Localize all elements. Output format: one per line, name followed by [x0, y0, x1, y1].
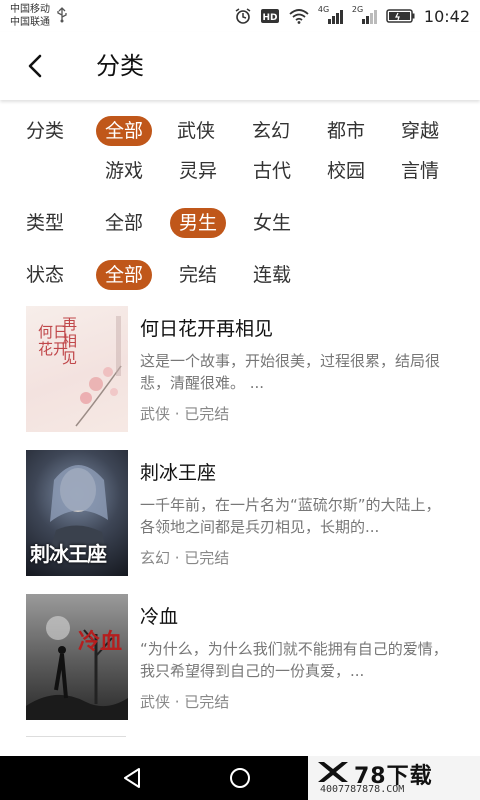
status-icons: HD 4G 2G 10:42 — [234, 5, 470, 26]
type-chip-all[interactable]: 全部 — [96, 208, 152, 238]
category-filter: 分类 全部 武侠 玄幻 都市 穿越 游戏 灵异 古代 校园 言情 — [0, 116, 480, 196]
alarm-icon — [235, 8, 251, 24]
book-description: 一千年前，在一片名为“蓝硫尔斯”的大陆上，各领地之间都是兵刃相见，长期的... — [140, 496, 441, 536]
chevron-left-icon — [28, 54, 42, 78]
type-label: 类型 — [26, 212, 65, 234]
carrier-2: 中国联通 — [10, 17, 50, 28]
book-item[interactable]: 再相见 何日花开 何日花开再相见 这是一个故事，开始很美，过程很累，结局很悲，清… — [0, 304, 480, 444]
category-chip-yanqing[interactable]: 言情 — [392, 156, 448, 186]
status-chip-serializing[interactable]: 连载 — [244, 260, 300, 290]
silhouette-illustration — [26, 616, 128, 720]
category-chip-all[interactable]: 全部 — [96, 116, 152, 146]
category-chip-dushi[interactable]: 都市 — [318, 116, 374, 146]
type-chip-female[interactable]: 女生 — [244, 208, 300, 238]
list-divider — [26, 736, 126, 737]
book-title: 刺冰王座 — [140, 462, 217, 484]
battery-icon — [386, 9, 415, 23]
category-chip-gudai[interactable]: 古代 — [244, 156, 300, 186]
category-chip-lingyi[interactable]: 灵异 — [170, 156, 226, 186]
book-cover: 冷血 — [26, 594, 128, 720]
type-filter: 类型 全部 男生 女生 — [0, 208, 480, 238]
wifi-icon — [289, 9, 309, 24]
watermark-subtext: 4007787878.COM — [320, 784, 405, 795]
book-item[interactable]: 刺冰王座 刺冰王座 一千年前，在一片名为“蓝硫尔斯”的大陆上，各领地之间都是兵刃… — [0, 448, 480, 588]
carrier-1: 中国移动 — [10, 4, 50, 15]
book-title: 冷血 — [140, 606, 179, 628]
category-chip-xiaoyuan[interactable]: 校园 — [318, 156, 374, 186]
carrier-labels: 中国移动 中国联通 — [10, 3, 50, 29]
watermark-logo-icon — [318, 762, 348, 782]
category-chip-youxi[interactable]: 游戏 — [96, 156, 152, 186]
category-chip-xuanhuan[interactable]: 玄幻 — [243, 116, 299, 146]
book-cover: 刺冰王座 — [26, 450, 128, 576]
book-item[interactable]: 冷血 冷血 “为什么，为什么我们就不能拥有自己的爱情，我只希望得到自己的一份真爱… — [0, 592, 480, 732]
status-bar: 中国移动 中国联通 HD 4G 2G 10:42 — [0, 0, 480, 32]
status-filter: 状态 全部 完结 连载 — [0, 260, 480, 290]
book-meta: 武侠 · 已完结 — [140, 693, 230, 711]
book-meta: 玄幻 · 已完结 — [140, 549, 230, 567]
book-description: 这是一个故事，开始很美，过程很累，结局很悲，清醒很难。 ... — [140, 352, 441, 392]
usb-icon — [57, 7, 67, 23]
category-chip-wuxia[interactable]: 武侠 — [168, 116, 224, 146]
back-button[interactable] — [20, 50, 52, 82]
status-chip-complete[interactable]: 完结 — [170, 260, 226, 290]
navigation-bar: 78下载 4007787878.COM — [0, 756, 480, 800]
page-title: 分类 — [96, 52, 144, 80]
signal-2-icon: 2G — [352, 5, 378, 25]
clock: 10:42 — [423, 6, 470, 26]
type-chip-male[interactable]: 男生 — [170, 208, 226, 238]
watermark: 78下载 4007787878.COM — [308, 756, 480, 800]
category-chip-chuanyue[interactable]: 穿越 — [392, 116, 448, 146]
cover-title: 冷血 — [78, 630, 123, 655]
app-header: 分类 — [0, 32, 480, 100]
cover-title-b: 何日花开 — [38, 323, 69, 358]
book-meta: 武侠 · 已完结 — [140, 405, 230, 423]
status-label: 状态 — [26, 264, 65, 286]
book-description: “为什么，为什么我们就不能拥有自己的爱情，我只希望得到自己的一份真爱，... — [140, 640, 448, 680]
book-title: 何日花开再相见 — [140, 318, 274, 340]
status-chip-all[interactable]: 全部 — [96, 260, 152, 290]
back-triangle-icon[interactable] — [118, 764, 146, 792]
svg-text:HD: HD — [262, 13, 277, 23]
cover-title: 刺冰王座 — [30, 542, 107, 566]
book-cover: 再相见 何日花开 — [26, 306, 128, 432]
home-circle-icon[interactable] — [226, 764, 254, 792]
category-label: 分类 — [26, 120, 65, 142]
signal-icon: 4G — [318, 5, 344, 25]
hd-icon: HD — [260, 9, 279, 23]
